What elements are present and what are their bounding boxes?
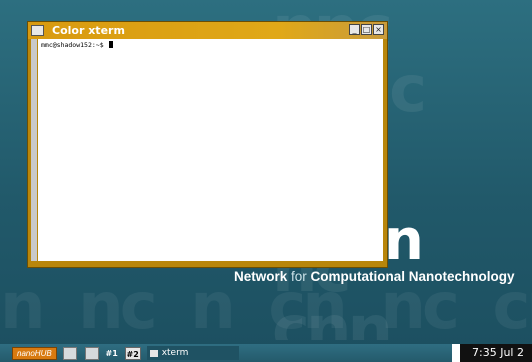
- clock: 7:35 Jul 2: [454, 344, 532, 362]
- xterm-titlebar[interactable]: Color xterm _ □ ×: [28, 22, 387, 39]
- taskbar-item-label: xterm: [161, 348, 189, 358]
- text-cursor: [108, 41, 113, 48]
- prompt-text: mmc@shadow152:~$: [41, 41, 108, 49]
- maximize-icon[interactable]: □: [361, 24, 372, 35]
- workspace-2[interactable]: #2: [124, 346, 141, 360]
- show-desktop-icon[interactable]: [62, 346, 77, 360]
- close-icon[interactable]: ×: [373, 24, 384, 35]
- terminal-prompt: mmc@shadow152:~$: [41, 41, 113, 49]
- window-title: Color xterm: [52, 24, 125, 37]
- workspace-1[interactable]: #1: [104, 347, 120, 360]
- terminal-area[interactable]: mmc@shadow152:~$: [38, 39, 383, 261]
- window-controls: _ □ ×: [349, 24, 384, 35]
- xterm-window[interactable]: Color xterm _ □ × mmc@shadow152:~$: [27, 21, 388, 268]
- minimize-icon[interactable]: _: [349, 24, 360, 35]
- terminal-launcher-icon[interactable]: [84, 346, 99, 360]
- tray-divider: [452, 344, 460, 362]
- start-button[interactable]: nanoHUB: [12, 346, 57, 360]
- tagline-computational-nanotechnology: Computational Nanotechnology: [310, 269, 515, 284]
- nanohub-logo-letter: n: [384, 208, 424, 273]
- window-menu-icon[interactable]: [31, 25, 44, 36]
- desktop-tagline: Network for Computational Nanotechnology: [234, 269, 515, 284]
- xterm-task-icon: [149, 349, 158, 357]
- taskbar-item-xterm[interactable]: xterm: [146, 346, 239, 360]
- tagline-for: for: [287, 269, 311, 284]
- scrollbar[interactable]: [31, 39, 37, 261]
- tagline-network: Network: [234, 269, 288, 284]
